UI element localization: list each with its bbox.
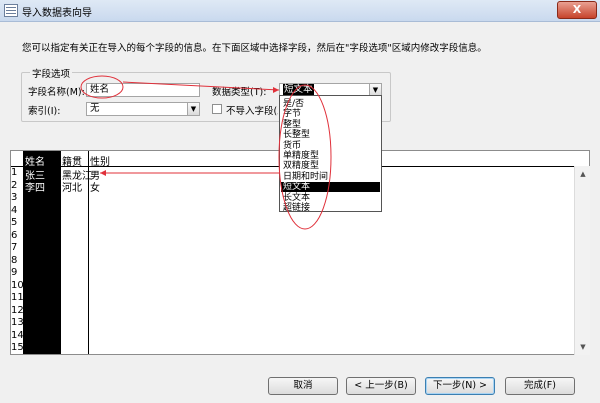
- data-type-option[interactable]: 是/否: [281, 99, 380, 109]
- row-number: 12: [11, 304, 24, 316]
- scroll-down-icon[interactable]: ▼: [578, 342, 588, 352]
- field-name-label: 字段名称(M):: [28, 87, 85, 98]
- finish-button[interactable]: 完成(F): [505, 377, 575, 395]
- row-number: 8: [11, 254, 18, 266]
- next-button[interactable]: 下一步(N) >: [425, 377, 495, 395]
- cell-gender: 女: [90, 183, 100, 194]
- data-type-option[interactable]: 长整型: [281, 130, 380, 140]
- index-select[interactable]: 无 ▼: [86, 102, 200, 116]
- column-header-origin[interactable]: 籍贯: [62, 153, 82, 168]
- data-type-option[interactable]: 长文本: [281, 193, 380, 203]
- app-window-icon: [4, 4, 18, 17]
- data-type-option[interactable]: 日期和时间: [281, 172, 380, 182]
- title-bar: 导入数据表向导 X: [0, 0, 600, 22]
- back-button[interactable]: < 上一步(B): [346, 377, 416, 395]
- data-type-option[interactable]: 单精度型: [281, 151, 380, 161]
- chevron-down-icon[interactable]: ▼: [187, 103, 199, 115]
- row-number: 7: [11, 242, 18, 253]
- skip-field-label: 不导入字段(跳过)(S): [226, 106, 278, 117]
- row-number: 3: [11, 192, 18, 203]
- data-type-value: 短文本: [283, 84, 314, 95]
- index-label: 索引(I):: [28, 106, 61, 117]
- vertical-scrollbar[interactable]: ▲ ▼: [574, 166, 590, 355]
- cell-origin: 河北: [62, 183, 82, 194]
- row-number: 2: [11, 179, 18, 191]
- field-name-input[interactable]: 姓名: [86, 83, 200, 97]
- row-number: 13: [11, 317, 24, 328]
- cell-name: 李四: [25, 183, 45, 194]
- data-type-dropdown-list[interactable]: 是/否 字节 整型 长整型 货币 单精度型 双精度型 日期和时间 短文本 长文本 超链接: [279, 95, 382, 213]
- data-type-label: 数据类型(T):: [212, 87, 267, 98]
- skip-field-checkbox[interactable]: [212, 104, 222, 114]
- column-header-name[interactable]: 姓名: [25, 153, 45, 168]
- close-button[interactable]: X: [557, 1, 597, 19]
- data-type-option[interactable]: 整型: [281, 120, 380, 130]
- row-number: 15: [11, 342, 24, 353]
- data-type-option[interactable]: 货币: [281, 141, 380, 151]
- data-type-option[interactable]: 超链接: [281, 203, 380, 213]
- row-number: 14: [11, 329, 24, 341]
- column-header-gender[interactable]: 性别: [90, 153, 110, 168]
- row-number: 9: [11, 267, 18, 278]
- data-type-option[interactable]: 字节: [281, 109, 380, 119]
- instruction-text: 您可以指定有关正在导入的每个字段的信息。在下面区域中选择字段，然后在"字段选项"…: [22, 43, 487, 54]
- index-value: 无: [90, 103, 100, 114]
- row-number: 6: [11, 229, 18, 241]
- data-type-option[interactable]: 短文本: [281, 182, 380, 193]
- data-type-option[interactable]: 双精度型: [281, 161, 380, 171]
- scroll-up-icon[interactable]: ▲: [578, 169, 588, 179]
- cancel-button[interactable]: 取消: [268, 377, 338, 395]
- row-number: 10: [11, 279, 24, 291]
- grid-divider: [60, 151, 61, 354]
- row-number: 5: [11, 217, 18, 228]
- row-number: 1: [11, 167, 18, 178]
- row-number: 4: [11, 204, 18, 216]
- window-title: 导入数据表向导: [22, 8, 92, 19]
- field-options-title: 字段选项: [30, 66, 73, 80]
- row-number: 11: [11, 292, 24, 303]
